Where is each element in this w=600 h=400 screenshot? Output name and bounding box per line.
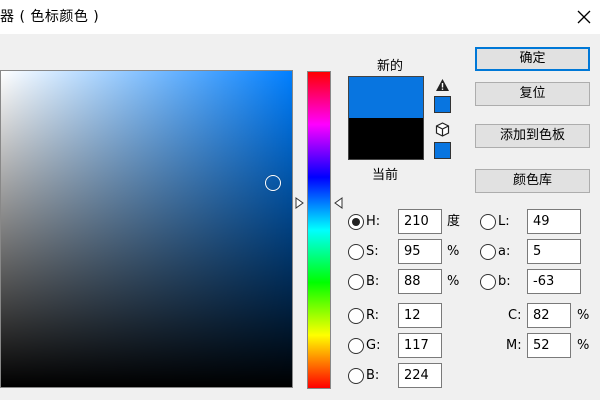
hue-input[interactable]: 210 bbox=[398, 209, 442, 234]
magenta-input[interactable]: 52 bbox=[527, 333, 571, 358]
green-label: G: bbox=[366, 338, 381, 353]
red-input[interactable]: 12 bbox=[398, 303, 442, 328]
reset-button[interactable]: 复位 bbox=[475, 82, 590, 106]
hue-unit: 度 bbox=[447, 214, 461, 229]
lab-b-input[interactable]: -63 bbox=[527, 269, 581, 294]
cyan-label: C: bbox=[508, 308, 522, 323]
blue-radio[interactable] bbox=[348, 368, 364, 384]
lab-a-label: a: bbox=[498, 244, 511, 259]
lab-l-label: L: bbox=[498, 214, 510, 229]
green-radio[interactable] bbox=[348, 338, 364, 354]
blue-input[interactable]: 224 bbox=[398, 363, 442, 388]
current-color-label: 当前 bbox=[371, 168, 398, 183]
add-to-swatches-button[interactable]: 添加到色板 bbox=[475, 124, 590, 148]
close-button[interactable] bbox=[568, 0, 600, 34]
cyan-unit: % bbox=[577, 308, 590, 323]
saturation-input[interactable]: 95 bbox=[398, 239, 442, 264]
web-safe-swatch[interactable] bbox=[434, 142, 451, 159]
warning-triangle-icon[interactable] bbox=[435, 78, 450, 92]
new-color-label: 新的 bbox=[376, 59, 403, 74]
title-bar: 器 ( 色标颜色 ) bbox=[0, 0, 600, 34]
lab-b-radio[interactable] bbox=[480, 274, 496, 290]
brightness-unit: % bbox=[447, 274, 460, 289]
hue-slider-right-arrow-icon[interactable] bbox=[333, 197, 343, 209]
lab-l-radio[interactable] bbox=[480, 214, 496, 230]
gamut-warning-swatch[interactable] bbox=[434, 96, 451, 113]
saturation-radio[interactable] bbox=[348, 244, 364, 260]
lab-b-label: b: bbox=[498, 274, 511, 289]
green-input[interactable]: 117 bbox=[398, 333, 442, 358]
magenta-unit: % bbox=[577, 338, 590, 353]
color-picker-ring[interactable] bbox=[265, 175, 281, 191]
magenta-label: M: bbox=[506, 338, 522, 353]
saturation-label: S: bbox=[366, 244, 379, 259]
ok-button[interactable]: 确定 bbox=[475, 47, 590, 71]
brightness-radio[interactable] bbox=[348, 274, 364, 290]
hue-label: H: bbox=[366, 214, 381, 229]
hue-slider-left-arrow-icon[interactable] bbox=[295, 197, 305, 209]
hue-radio[interactable] bbox=[348, 214, 364, 230]
hue-slider[interactable] bbox=[307, 71, 331, 389]
lab-l-input[interactable]: 49 bbox=[527, 209, 581, 234]
red-label: R: bbox=[366, 308, 380, 323]
saturation-unit: % bbox=[447, 244, 460, 259]
color-field[interactable] bbox=[0, 70, 293, 388]
cube-icon[interactable] bbox=[435, 122, 450, 137]
color-libraries-button[interactable]: 颜色库 bbox=[475, 169, 590, 193]
cyan-input[interactable]: 82 bbox=[527, 303, 571, 328]
new-color-swatch bbox=[348, 76, 424, 118]
red-radio[interactable] bbox=[348, 308, 364, 324]
lab-a-radio[interactable] bbox=[480, 244, 496, 260]
brightness-input[interactable]: 88 bbox=[398, 269, 442, 294]
brightness-label: B: bbox=[366, 274, 380, 289]
lab-a-input[interactable]: 5 bbox=[527, 239, 581, 264]
close-icon bbox=[577, 10, 591, 24]
window-title: 器 ( 色标颜色 ) bbox=[0, 9, 100, 25]
current-color-swatch[interactable] bbox=[348, 118, 424, 160]
blue-label: B: bbox=[366, 368, 380, 383]
